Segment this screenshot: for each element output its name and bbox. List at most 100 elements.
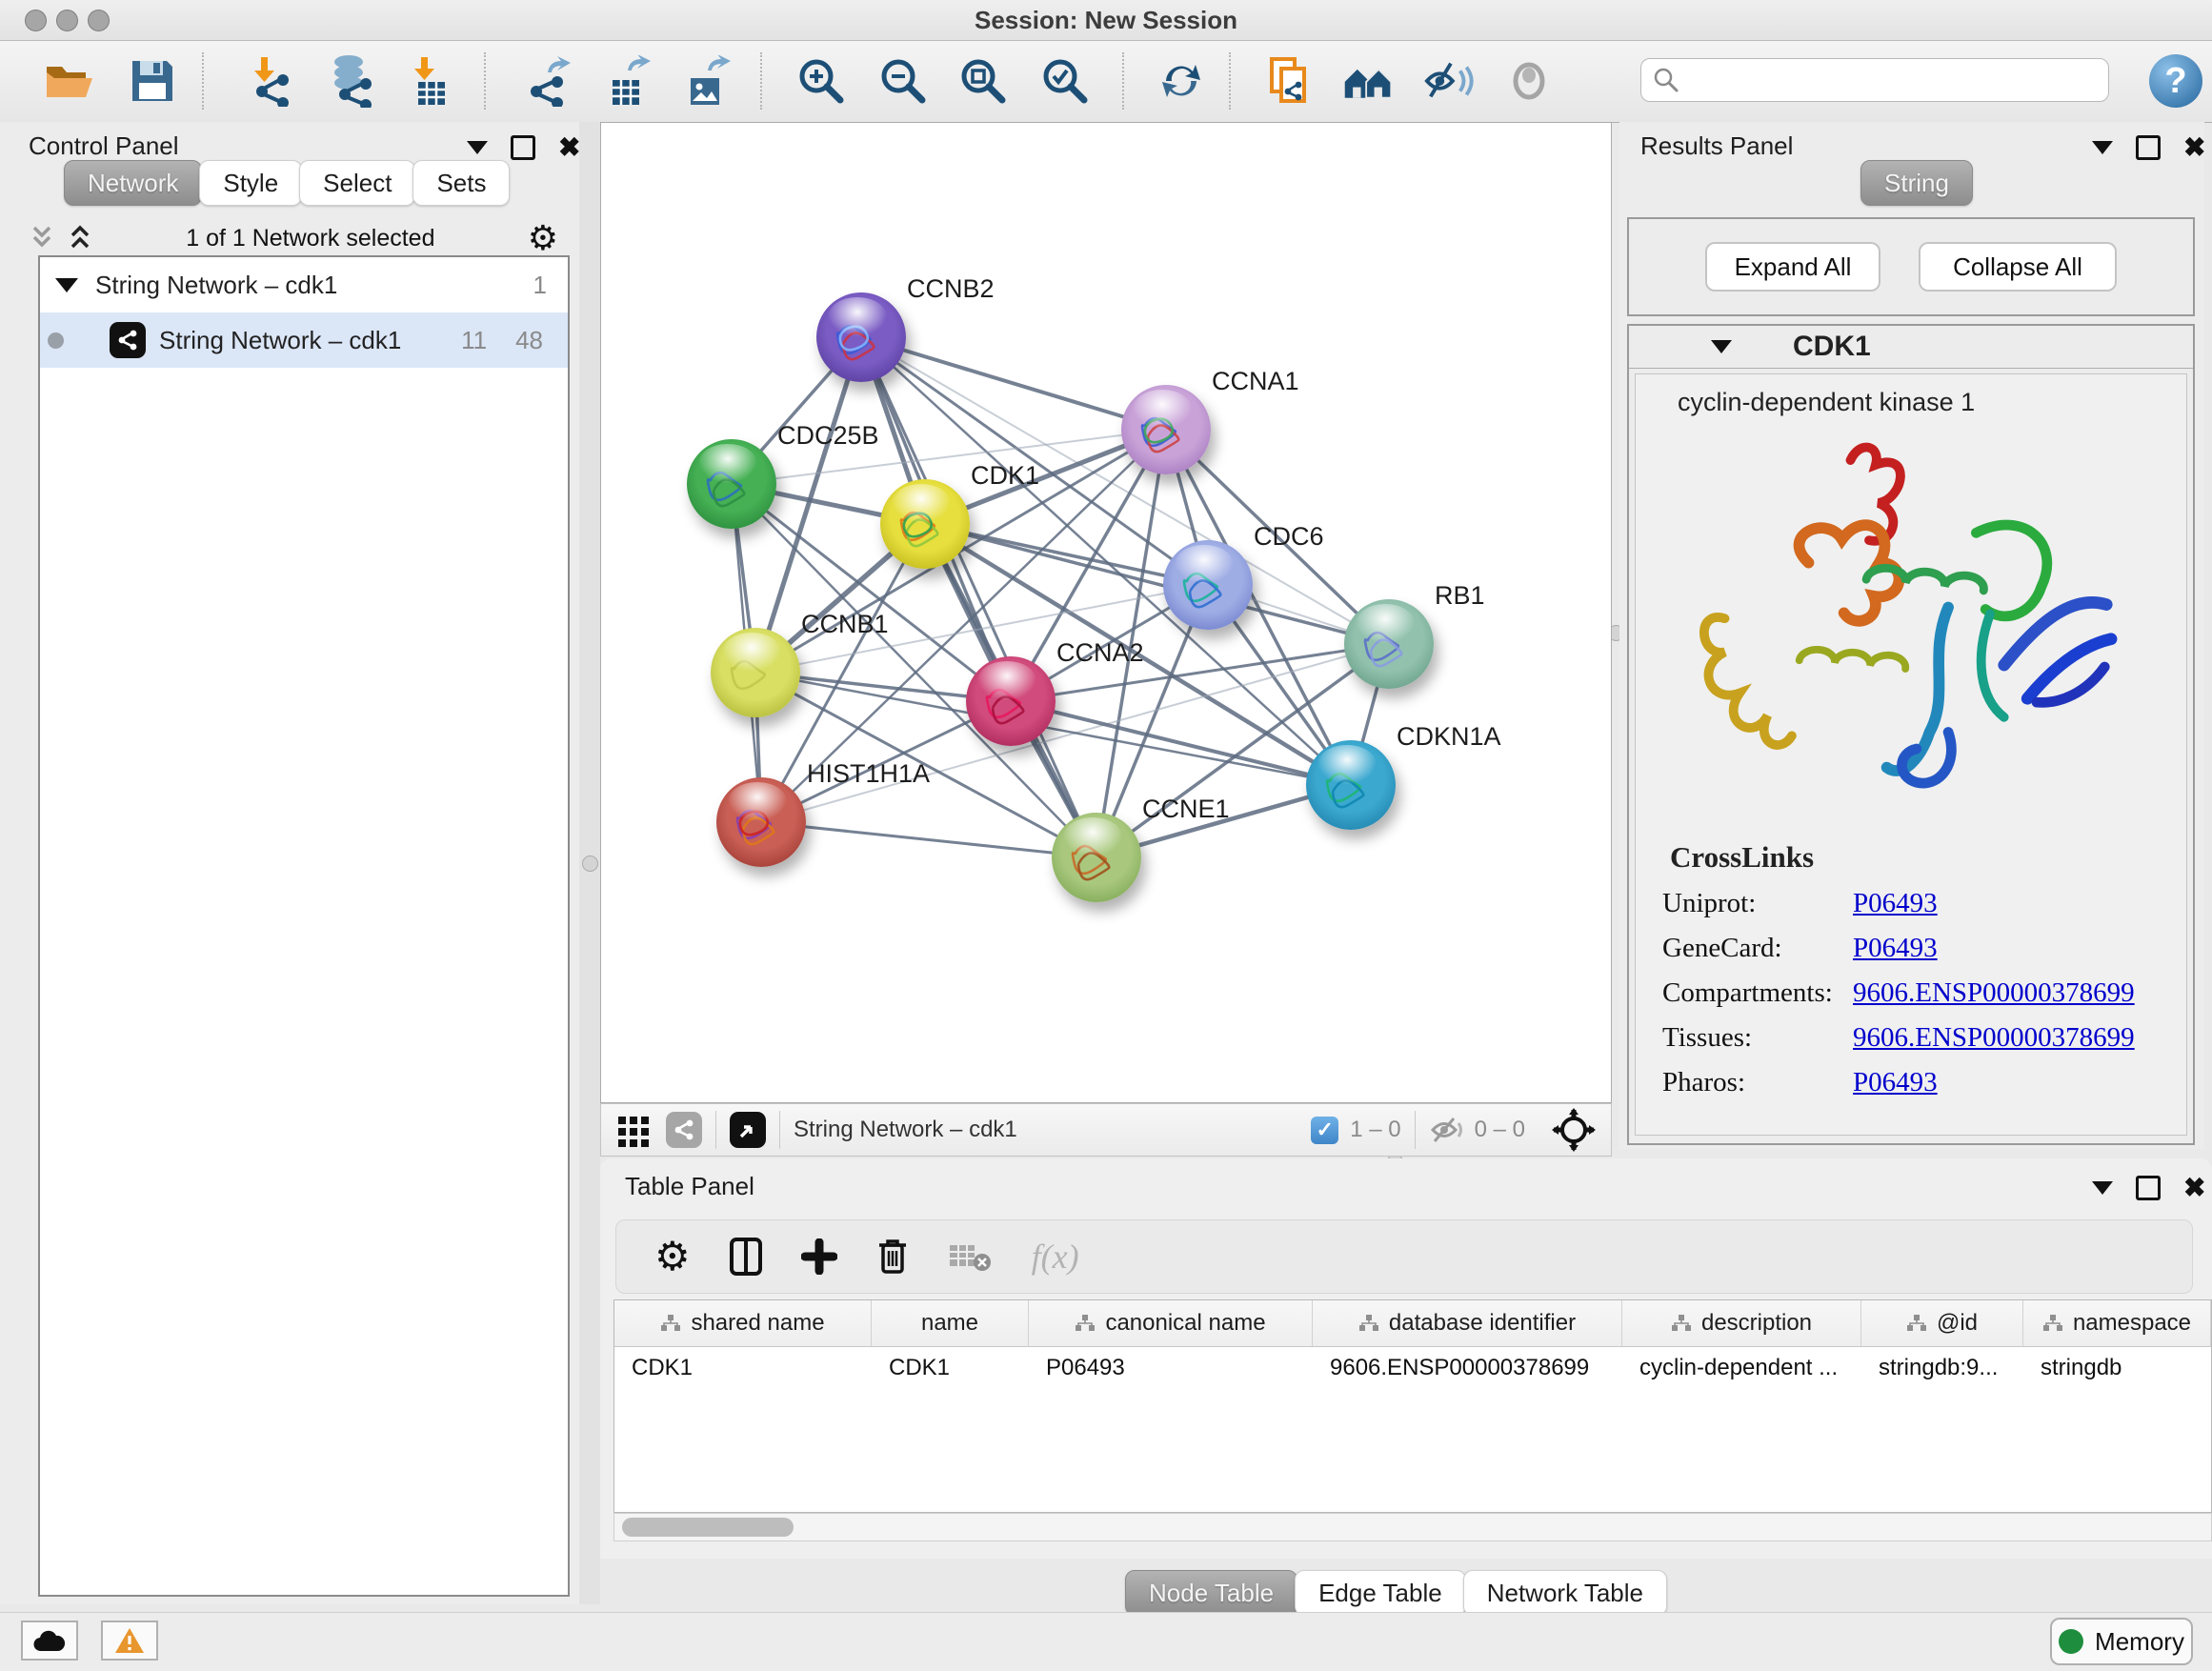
panel-menu-icon[interactable]: [467, 141, 488, 154]
network-row-selected[interactable]: String Network – cdk1 11 48: [40, 312, 568, 368]
zoom-out-button[interactable]: [876, 54, 930, 108]
add-column-icon[interactable]: [801, 1238, 837, 1275]
grid-view-icon[interactable]: [614, 1111, 653, 1149]
export-network-button[interactable]: [520, 54, 573, 108]
column-header[interactable]: @id: [1861, 1300, 2023, 1346]
crosslink-label: Pharos:: [1662, 1067, 1853, 1098]
first-neighbors-button[interactable]: [1341, 54, 1395, 108]
zoom-selected-button[interactable]: [1038, 54, 1092, 108]
network-view[interactable]: CCNB2CCNA1CDC25BCDK1CDC6RB1CCNB1CCNA2CDK…: [600, 122, 1612, 1103]
section-collapse-icon[interactable]: [1711, 340, 1732, 353]
collapse-all-icon[interactable]: [29, 224, 55, 252]
edge[interactable]: [761, 822, 1096, 857]
birdseye-view-icon[interactable]: [730, 1112, 766, 1148]
panel-float-icon[interactable]: [2136, 135, 2161, 160]
column-header[interactable]: database identifier: [1313, 1300, 1622, 1346]
import-network-database-button[interactable]: [324, 54, 377, 108]
crosslink-link[interactable]: P06493: [1853, 933, 1938, 963]
node-RB1[interactable]: [1344, 599, 1434, 689]
crosslink-link[interactable]: P06493: [1853, 888, 1938, 918]
column-header[interactable]: canonical name: [1029, 1300, 1313, 1346]
node-CCNB1[interactable]: [711, 628, 800, 717]
export-image-button[interactable]: [678, 54, 732, 108]
column-header[interactable]: namespace: [2023, 1300, 2211, 1346]
crosslink-link[interactable]: 9606.ENSP00000378699: [1853, 977, 2135, 1008]
tab-string[interactable]: String: [1860, 160, 1973, 206]
node-section-header[interactable]: CDK1: [1629, 326, 2193, 369]
memory-button[interactable]: Memory: [2050, 1618, 2193, 1665]
panel-close-icon[interactable]: ✖: [558, 138, 580, 157]
zoom-in-button[interactable]: [794, 54, 848, 108]
tab-edge-table[interactable]: Edge Table: [1295, 1570, 1466, 1616]
hide-selected-button[interactable]: [1423, 54, 1477, 108]
selected-checkbox-icon[interactable]: ✓: [1311, 1117, 1338, 1144]
show-all-button-disabled[interactable]: [1505, 54, 1558, 108]
import-table-button[interactable]: [404, 54, 457, 108]
string-view-icon[interactable]: [666, 1112, 702, 1148]
tab-network[interactable]: Network: [64, 160, 202, 206]
table-cell[interactable]: cyclin-dependent ...: [1622, 1347, 1861, 1389]
node-CDC6[interactable]: [1163, 540, 1253, 630]
clone-network-button[interactable]: [1261, 54, 1315, 108]
table-row[interactable]: CDK1CDK1P064939606.ENSP00000378699cyclin…: [614, 1347, 2211, 1389]
table-cell[interactable]: P06493: [1029, 1347, 1313, 1389]
search-input[interactable]: [1687, 66, 2108, 94]
node-CCNE1[interactable]: [1052, 813, 1141, 902]
zoom-fit-button[interactable]: [956, 54, 1010, 108]
table-settings-gear-icon[interactable]: ⚙: [654, 1238, 691, 1276]
tab-node-table[interactable]: Node Table: [1125, 1570, 1297, 1616]
panel-float-icon[interactable]: [2136, 1176, 2161, 1200]
string-network-icon: [110, 322, 146, 358]
table-hscrollbar[interactable]: [613, 1513, 2212, 1541]
table-cell[interactable]: stringdb:9...: [1861, 1347, 2023, 1389]
panel-float-icon[interactable]: [511, 135, 535, 160]
network-node-count: 11: [461, 326, 487, 355]
delete-column-icon[interactable]: [875, 1237, 910, 1277]
node-CDC25B[interactable]: [687, 439, 776, 529]
tab-sets[interactable]: Sets: [412, 160, 510, 206]
import-network-file-button[interactable]: [244, 54, 297, 108]
search-field[interactable]: [1640, 58, 2109, 102]
apply-layout-button[interactable]: [1155, 54, 1208, 108]
column-header[interactable]: shared name: [614, 1300, 872, 1346]
splitter-handle[interactable]: [582, 856, 598, 872]
panel-menu-icon[interactable]: [2092, 1181, 2113, 1195]
tab-select[interactable]: Select: [299, 160, 415, 206]
node-CCNA1[interactable]: [1121, 385, 1211, 474]
open-session-button[interactable]: [42, 54, 95, 108]
collapse-all-button[interactable]: Collapse All: [1919, 242, 2117, 292]
show-columns-icon[interactable]: [729, 1237, 763, 1277]
panel-close-icon[interactable]: ✖: [2183, 1178, 2205, 1198]
scrollbar-thumb[interactable]: [622, 1518, 794, 1537]
table-cell[interactable]: 9606.ENSP00000378699: [1313, 1347, 1622, 1389]
tab-style[interactable]: Style: [199, 160, 302, 206]
warnings-button[interactable]: [101, 1621, 158, 1661]
panel-close-icon[interactable]: ✖: [2183, 138, 2205, 157]
column-header[interactable]: description: [1622, 1300, 1861, 1346]
node-CDK1[interactable]: [880, 479, 970, 569]
node-CDKN1A[interactable]: [1306, 740, 1396, 830]
table-cell[interactable]: stringdb: [2023, 1347, 2211, 1389]
crosslink-link[interactable]: 9606.ENSP00000378699: [1853, 1022, 2135, 1053]
panel-menu-icon[interactable]: [2092, 141, 2113, 154]
expand-all-button[interactable]: Expand All: [1705, 242, 1880, 292]
column-header[interactable]: name: [872, 1300, 1029, 1346]
help-button[interactable]: ?: [2149, 54, 2202, 108]
table-cell[interactable]: CDK1: [614, 1347, 872, 1389]
export-table-button[interactable]: [600, 54, 654, 108]
network-collection-row[interactable]: String Network – cdk1 1: [40, 257, 568, 312]
node-HIST1H1A[interactable]: [716, 777, 806, 867]
expand-all-icon[interactable]: [67, 224, 93, 252]
collection-expand-icon[interactable]: [55, 278, 78, 292]
tab-network-table[interactable]: Network Table: [1463, 1570, 1667, 1616]
sphere-gloss: [977, 661, 1036, 700]
table-cell[interactable]: CDK1: [872, 1347, 1029, 1389]
save-session-button[interactable]: [126, 54, 179, 108]
fit-content-icon[interactable]: [1552, 1108, 1596, 1152]
edge[interactable]: [861, 337, 1166, 430]
gear-icon[interactable]: ⚙: [528, 224, 558, 252]
node-CCNA2[interactable]: [966, 656, 1056, 746]
crosslink-link[interactable]: P06493: [1853, 1067, 1938, 1097]
cloud-status-button[interactable]: [21, 1621, 78, 1661]
node-CCNB2[interactable]: [816, 292, 906, 382]
